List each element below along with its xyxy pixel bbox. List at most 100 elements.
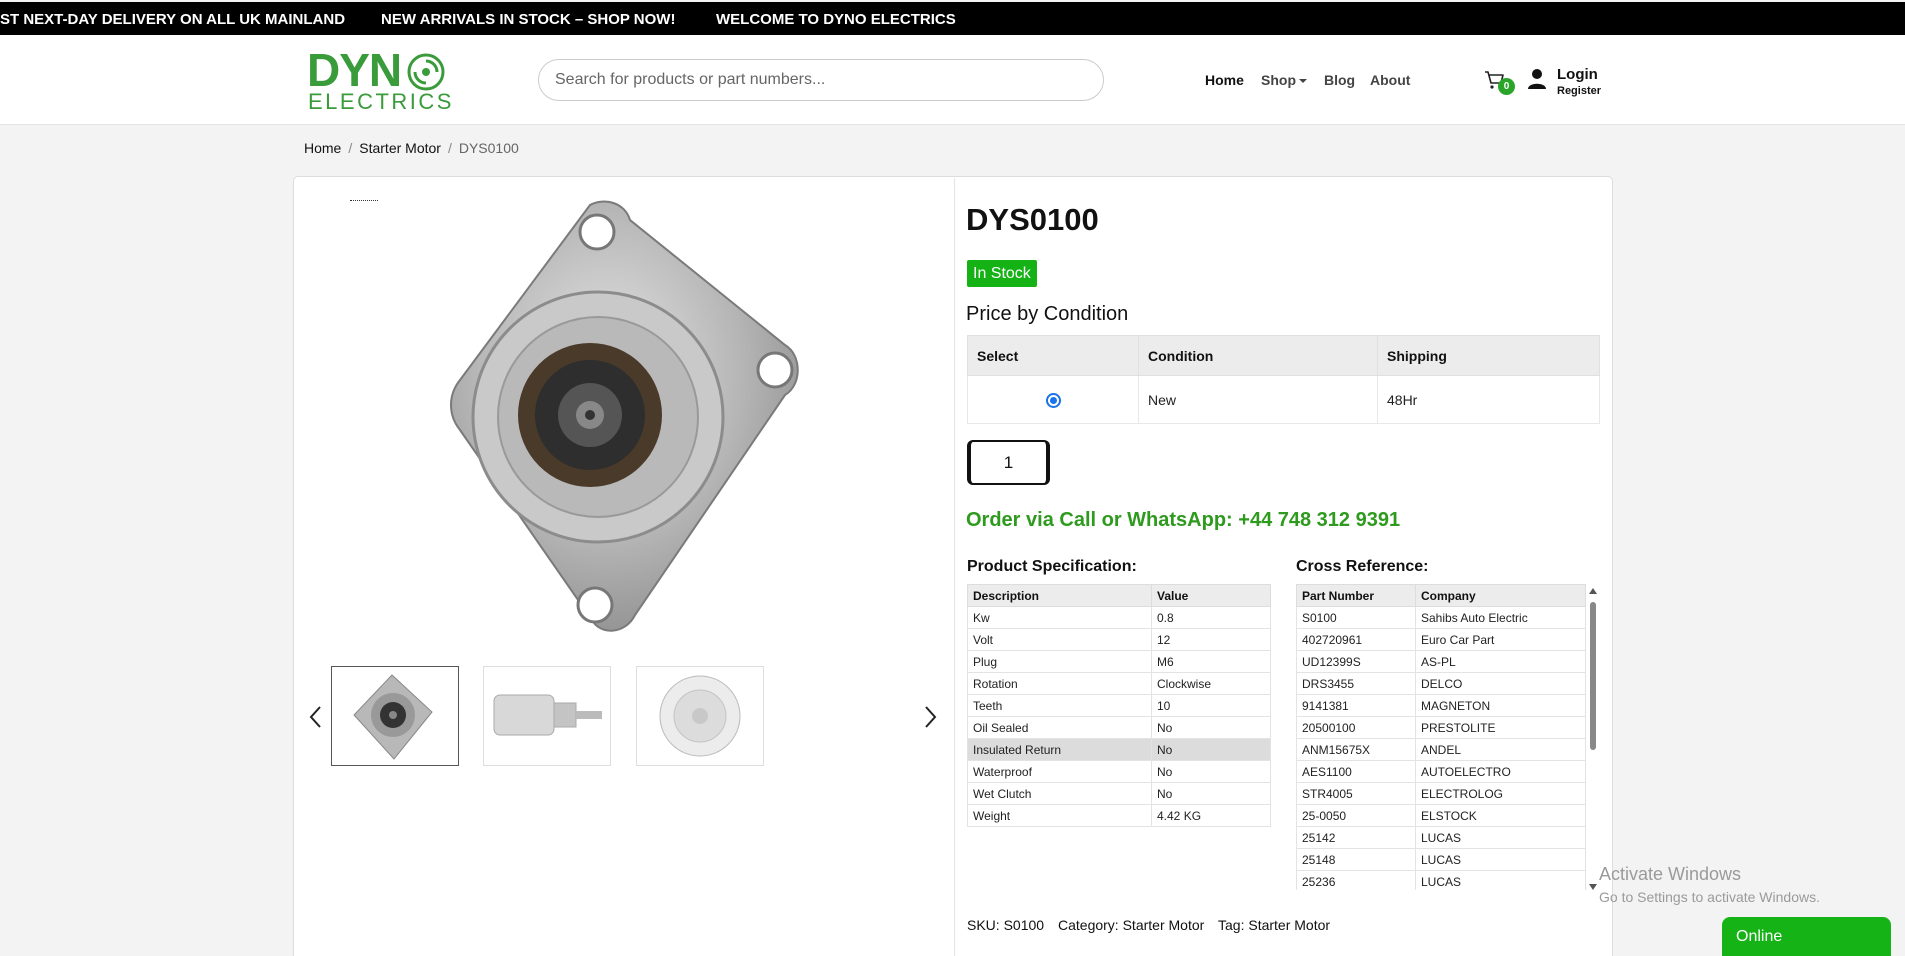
chat-widget-button[interactable]: Online [1722, 917, 1891, 956]
chevron-right-icon[interactable] [920, 705, 940, 729]
table-row: Weight 4.42 KG [967, 804, 1271, 827]
thumbnail-image [493, 694, 602, 736]
thumbnail-2[interactable] [483, 666, 611, 766]
product-main-image[interactable] [430, 195, 820, 645]
xref-part: 9141381 [1296, 694, 1416, 717]
xref-company: MAGNETON [1415, 694, 1586, 717]
spec-table-header: Description Value [967, 584, 1271, 607]
spec-value: No [1151, 738, 1271, 761]
table-row: Waterproof No [967, 760, 1271, 783]
xref-company: Sahibs Auto Electric [1415, 606, 1586, 629]
spec-desc: Rotation [967, 672, 1152, 695]
chevron-left-icon[interactable] [306, 705, 326, 729]
table-row: Plug M6 [967, 650, 1271, 673]
product-title: DYS0100 [966, 202, 1099, 237]
xref-scrollbar[interactable] [1589, 588, 1599, 890]
column-header: Value [1151, 584, 1271, 607]
xref-company: ELSTOCK [1415, 804, 1586, 827]
table-row[interactable]: New 48Hr [967, 375, 1600, 424]
logo-text-electrics: ELECTRICS [308, 89, 454, 114]
register-link[interactable]: Register [1557, 85, 1601, 97]
table-row: 25-0050 ELSTOCK [1296, 804, 1586, 827]
spec-desc: Teeth [967, 694, 1152, 717]
table-row: Rotation Clockwise [967, 672, 1271, 695]
logo-text-dyn: DYN [307, 44, 402, 96]
order-contact[interactable]: Order via Call or WhatsApp: +44 748 312 … [966, 509, 1400, 532]
spec-desc: Wet Clutch [967, 782, 1152, 805]
xref-company: PRESTOLITE [1415, 716, 1586, 739]
product-tag[interactable]: Tag: Starter Motor [1218, 917, 1330, 933]
xref-part: S0100 [1296, 606, 1416, 629]
table-row: 9141381 MAGNETON [1296, 694, 1586, 717]
table-row: 25148 LUCAS [1296, 848, 1586, 871]
xref-part: ANM15675X [1296, 738, 1416, 761]
breadcrumb-category[interactable]: Starter Motor [359, 140, 441, 156]
table-row: 25142 LUCAS [1296, 826, 1586, 849]
column-header: Shipping [1377, 335, 1600, 376]
spec-desc: Kw [967, 606, 1152, 629]
cart-count-badge: 0 [1498, 78, 1515, 95]
nav-about[interactable]: About [1370, 72, 1410, 88]
windows-activation-subtitle: Go to Settings to activate Windows. [1599, 889, 1820, 905]
scroll-down-arrow-icon[interactable] [1589, 884, 1597, 890]
spec-value: M6 [1151, 650, 1271, 673]
table-row: 25236 LUCAS [1296, 870, 1586, 890]
thumbnail-3[interactable] [636, 666, 764, 766]
table-row: 20500100 PRESTOLITE [1296, 716, 1586, 739]
login-link[interactable]: Login [1557, 66, 1598, 83]
xref-company: LUCAS [1415, 870, 1586, 890]
scrollbar-thumb[interactable] [1590, 602, 1596, 750]
nav-blog[interactable]: Blog [1324, 72, 1355, 88]
spec-desc: Volt [967, 628, 1152, 651]
announcement-bar: ST NEXT-DAY DELIVERY ON ALL UK MAINLAND … [0, 2, 1905, 35]
xref-company: LUCAS [1415, 826, 1586, 849]
nav-shop-label: Shop [1261, 72, 1296, 88]
xref-company: LUCAS [1415, 848, 1586, 871]
scroll-up-arrow-icon[interactable] [1589, 588, 1597, 594]
xref-company: ANDEL [1415, 738, 1586, 761]
site-logo[interactable]: DYN ELECTRICS [307, 44, 454, 114]
xref-part: DRS3455 [1296, 672, 1416, 695]
swirl-logo-icon [407, 53, 445, 91]
xref-table-header: Part Number Company [1296, 584, 1586, 607]
xref-company: Euro Car Part [1415, 628, 1586, 651]
table-row: ANM15675X ANDEL [1296, 738, 1586, 761]
spec-value: No [1151, 716, 1271, 739]
product-sku: SKU: S0100 [967, 917, 1045, 933]
condition-cell: New [1138, 375, 1378, 424]
search-input[interactable] [538, 59, 1104, 101]
table-row: Wet Clutch No [967, 782, 1271, 805]
nav-shop[interactable]: Shop [1261, 72, 1307, 88]
cart-button[interactable]: 0 [1484, 69, 1518, 97]
select-cell[interactable] [967, 375, 1139, 424]
thumbnail-1[interactable] [331, 666, 459, 766]
price-heading: Price by Condition [966, 303, 1129, 325]
table-row: 402720961 Euro Car Part [1296, 628, 1586, 651]
xref-scroll-area[interactable]: Part Number Company S0100 Sahibs Auto Ele… [1296, 584, 1599, 890]
nav-home[interactable]: Home [1205, 72, 1244, 88]
spec-value: No [1151, 760, 1271, 783]
site-header: DYN ELECTRICS Home Shop Blog About 0 [0, 35, 1905, 125]
condition-radio[interactable] [1045, 392, 1061, 408]
spec-desc: Weight [967, 804, 1152, 827]
spec-value: 4.42 KG [1151, 804, 1271, 827]
xref-part: 25142 [1296, 826, 1416, 849]
xref-part: 25-0050 [1296, 804, 1416, 827]
breadcrumb: Home / Starter Motor / DYS0100 [304, 140, 519, 156]
product-category[interactable]: Category: Starter Motor [1058, 917, 1204, 933]
card-divider [954, 178, 955, 956]
announcement-3: WELCOME TO DYNO ELECTRICS [716, 11, 956, 28]
table-row-highlighted: Insulated Return No [967, 738, 1271, 761]
xref-table: Part Number Company S0100 Sahibs Auto Ele… [1296, 584, 1586, 890]
spec-desc: Oil Sealed [967, 716, 1152, 739]
breadcrumb-home[interactable]: Home [304, 140, 341, 156]
table-row: AES1100 AUTOELECTRO [1296, 760, 1586, 783]
spec-table: Description Value Kw 0.8 Volt 12 Plug M6 Ro… [967, 584, 1271, 827]
xref-part: 25236 [1296, 870, 1416, 890]
xref-part: 25148 [1296, 848, 1416, 871]
quantity-input[interactable]: 1 [967, 440, 1050, 485]
user-icon[interactable] [1527, 68, 1547, 90]
column-header: Condition [1138, 335, 1378, 376]
table-row: Teeth 10 [967, 694, 1271, 717]
table-row: STR4005 ELECTROLOG [1296, 782, 1586, 805]
